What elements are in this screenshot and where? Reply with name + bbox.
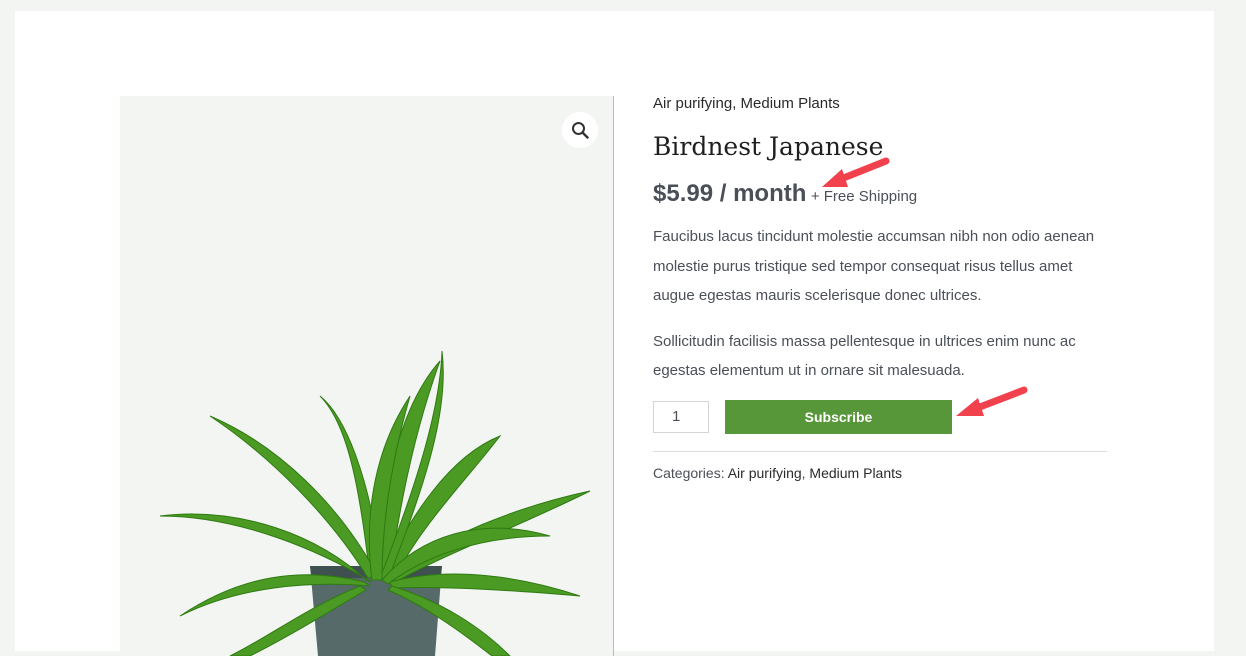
red-arrow-icon (822, 157, 890, 187)
zoom-button[interactable] (562, 112, 598, 148)
plant-image[interactable] (120, 96, 613, 656)
subscribe-button[interactable]: Subscribe (725, 399, 952, 434)
product-summary: Air purifying, Medium Plants Birdnest Ja… (653, 93, 1107, 481)
divider (653, 450, 1107, 452)
product-description-2: Sollicitudin facilisis massa pellentesqu… (653, 332, 1076, 380)
quantity-input[interactable] (653, 400, 709, 433)
add-to-cart-form: Subscribe (653, 399, 1107, 434)
meta-category-link-medium-plants[interactable]: Medium Plants (809, 465, 902, 481)
red-arrow-icon (956, 386, 1028, 416)
magnifier-icon (572, 122, 589, 139)
category-link-air-purifying[interactable]: Air purifying (653, 95, 732, 112)
product-gallery (120, 96, 614, 656)
product-price: $5.99 / month (653, 180, 807, 207)
product-categories-top: Air purifying, Medium Plants (653, 95, 840, 112)
categories-label: Categories: (653, 464, 725, 481)
product-card: Air purifying, Medium Plants Birdnest Ja… (15, 11, 1214, 656)
meta-category-link-air-purifying[interactable]: Air purifying (728, 465, 802, 481)
product-description-1: Faucibus lacus tincidunt molestie accums… (653, 228, 1095, 304)
category-link-medium-plants[interactable]: Medium Plants (741, 95, 840, 112)
product-meta: Categories: Air purifying, Medium Plants (653, 464, 903, 481)
